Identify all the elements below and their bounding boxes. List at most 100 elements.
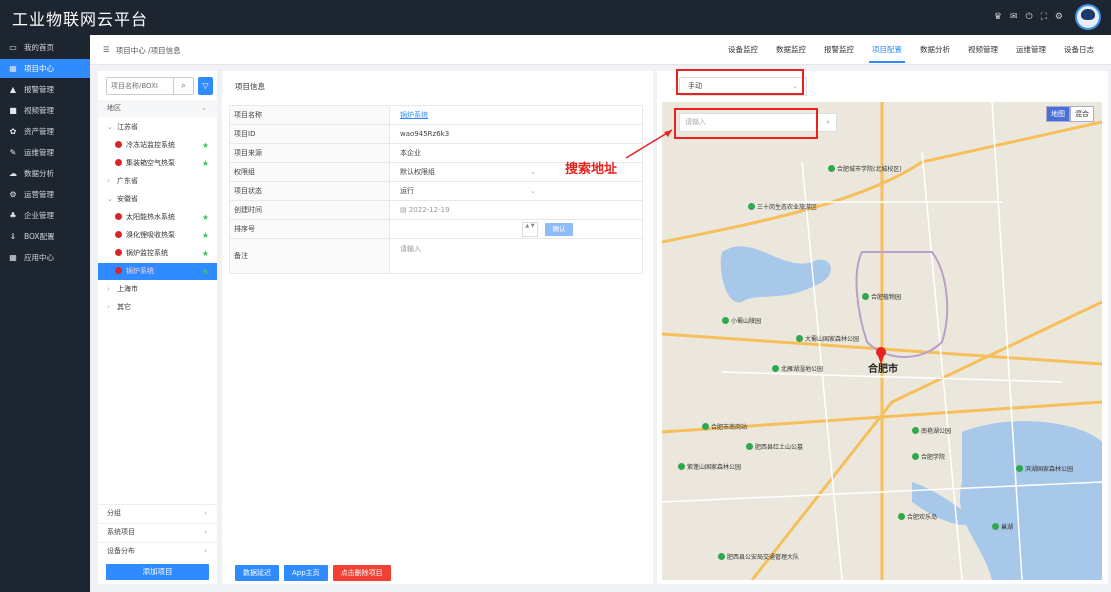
- tab-item[interactable]: 数据分析: [911, 35, 959, 65]
- star-icon[interactable]: ★: [202, 263, 209, 280]
- tab-item[interactable]: 视频管理: [959, 35, 1007, 65]
- info-label: 创建时间: [230, 201, 390, 219]
- tree-project[interactable]: 溴化锂吸收热泵 ★: [98, 227, 217, 244]
- info-row: 项目名称 锅炉系统: [230, 106, 643, 125]
- map-poi[interactable]: 巢湖: [992, 522, 1013, 531]
- sidebar-item[interactable]: ☁ 数据分析: [0, 164, 90, 183]
- chevron-right-icon: ›: [204, 509, 207, 517]
- poi-icon: [898, 513, 905, 520]
- map-poi[interactable]: 肥西县红土山公墓: [746, 442, 803, 451]
- tree-section-1[interactable]: 系统项目 ›: [98, 523, 217, 540]
- map-poi[interactable]: 小蜀山陵园: [722, 316, 761, 325]
- sidebar-item[interactable]: ⇓ BOX配置: [0, 227, 90, 246]
- poi-label: 合肥植物园: [871, 294, 902, 301]
- info-row: 备注 请输入: [230, 239, 643, 274]
- map-poi[interactable]: 三十岗生态农业旅游区: [748, 202, 817, 211]
- alarm-icon: [115, 141, 122, 148]
- info-value[interactable]: 运行 ⌄: [390, 182, 643, 200]
- sidebar-item[interactable]: ⚙ 运营管理: [0, 185, 90, 204]
- tree-project[interactable]: 锅炉系统 ★: [98, 263, 217, 280]
- tree-region[interactable]: › 上海市: [98, 281, 217, 298]
- map-poi[interactable]: 合肥欢乐岛: [898, 512, 937, 521]
- poi-icon: [796, 335, 803, 342]
- menu-icon[interactable]: ☰: [103, 45, 110, 56]
- tab-item[interactable]: 数据监控: [767, 35, 815, 65]
- stepper-icon[interactable]: ▲ ▼: [522, 222, 538, 237]
- sidebar-item[interactable]: ✎ 运维管理: [0, 143, 90, 162]
- star-icon[interactable]: ★: [202, 155, 209, 172]
- chevron-down-icon: ⌄: [530, 168, 536, 176]
- sidebar-item[interactable]: ♣ 企业管理: [0, 206, 90, 225]
- map-poi[interactable]: 紫蓬山国家森林公园: [678, 462, 741, 471]
- map-poi[interactable]: 肥西县公安局交通管理大队: [718, 552, 799, 561]
- tab-item[interactable]: 项目配置: [863, 35, 911, 65]
- action-button[interactable]: 数据延迟: [235, 565, 279, 581]
- avatar[interactable]: [1075, 4, 1101, 30]
- sidebar-item-label: 应用中心: [24, 253, 54, 262]
- tab-item[interactable]: 设备日志: [1055, 35, 1103, 65]
- sidebar-item[interactable]: ▦ 应用中心: [0, 248, 90, 267]
- tree-region[interactable]: ⌄ 安徽省: [98, 191, 217, 208]
- sidebar-item[interactable]: ■ 视频管理: [0, 101, 90, 120]
- star-icon[interactable]: ★: [202, 209, 209, 226]
- tree-region[interactable]: › 广东省: [98, 173, 217, 190]
- map-view[interactable]: 地图 混合 合肥市 合肥城市学院(北城校区) 三十岗生态农业旅游区 合肥植物园 小蜀山陵…: [662, 102, 1102, 580]
- mail-icon[interactable]: ✉: [1010, 12, 1018, 22]
- map-poi[interactable]: 南艳湖公园: [912, 426, 951, 435]
- search-icon[interactable]: ⌕: [826, 114, 830, 131]
- tree-section-0[interactable]: 分组 ›: [98, 504, 217, 521]
- sidebar-item-label: 我的首页: [24, 43, 54, 52]
- tab-item[interactable]: 运维管理: [1007, 35, 1055, 65]
- sidebar-item[interactable]: ▭ 我的首页: [0, 38, 90, 57]
- map-poi[interactable]: 北雁湖湿地公园: [772, 364, 823, 373]
- confirm-button[interactable]: 确认: [545, 223, 573, 236]
- region-header[interactable]: 地区 ⌄: [98, 100, 217, 117]
- map-type-option[interactable]: 混合: [1070, 106, 1094, 122]
- map-type-option[interactable]: 地图: [1046, 106, 1070, 122]
- section-label: 系统项目: [107, 528, 135, 536]
- tree-project[interactable]: 锅炉监控系统 ★: [98, 245, 217, 262]
- tree-project[interactable]: 太阳能热水系统 ★: [98, 209, 217, 226]
- tree-section-2[interactable]: 设备分布 ›: [98, 542, 217, 559]
- value-text: 运行: [400, 187, 414, 195]
- info-value[interactable]: 请输入: [390, 239, 643, 273]
- map-poi[interactable]: 大蜀山国家森林公园: [796, 334, 859, 343]
- tree-region[interactable]: › 其它: [98, 299, 217, 316]
- tree-node-label: 锅炉系统: [126, 267, 154, 275]
- add-project-button[interactable]: 添加项目: [106, 564, 209, 580]
- map-poi[interactable]: 滨湖国家森林公园: [1016, 464, 1073, 473]
- map-poi[interactable]: 合肥植物园: [862, 292, 901, 301]
- sidebar-item[interactable]: ✿ 资产管理: [0, 122, 90, 141]
- action-button[interactable]: 点击删除项目: [332, 565, 391, 581]
- map-poi[interactable]: 合肥市南岗站: [702, 422, 747, 431]
- star-icon[interactable]: ★: [202, 227, 209, 244]
- sidebar-item[interactable]: ▦ 项目中心: [0, 59, 90, 78]
- poi-icon: [748, 203, 755, 210]
- star-icon[interactable]: ★: [202, 245, 209, 262]
- info-value[interactable]: ▲ ▼ 确认: [390, 220, 643, 238]
- tab-item[interactable]: 设备监控: [719, 35, 767, 65]
- star-icon[interactable]: ★: [202, 137, 209, 154]
- tree-search: ⌕: [106, 77, 194, 95]
- action-button[interactable]: App主页: [284, 565, 328, 581]
- bell-icon[interactable]: ♛: [994, 12, 1002, 22]
- fullscreen-icon[interactable]: ⛶: [1041, 12, 1047, 22]
- tree-project[interactable]: 集装箱空气热泵 ★: [98, 155, 217, 172]
- map-poi[interactable]: 合肥城市学院(北城校区): [828, 164, 902, 173]
- tab-item[interactable]: 报警监控: [815, 35, 863, 65]
- power-icon[interactable]: ⏻: [1025, 12, 1032, 22]
- info-value[interactable]: 锅炉系统: [390, 106, 643, 124]
- poi-icon: [992, 523, 999, 530]
- gear-icon[interactable]: ⚙: [1055, 12, 1063, 22]
- tree-search-input[interactable]: [107, 78, 173, 94]
- search-icon[interactable]: ⌕: [173, 78, 193, 94]
- sidebar-item[interactable]: ▲ 报警管理: [0, 80, 90, 99]
- info-label: 权限组: [230, 163, 390, 181]
- poi-label: 三十岗生态农业旅游区: [757, 204, 818, 211]
- filter-icon[interactable]: ▽: [198, 77, 213, 95]
- tree-region[interactable]: ⌄ 江苏省: [98, 119, 217, 136]
- map-poi[interactable]: 合肥学院: [912, 452, 945, 461]
- panel-title: 项目信息: [235, 82, 265, 91]
- tree-project[interactable]: 冷冻站监控系统 ★: [98, 137, 217, 154]
- chevron-down-icon: ⌄: [107, 123, 113, 131]
